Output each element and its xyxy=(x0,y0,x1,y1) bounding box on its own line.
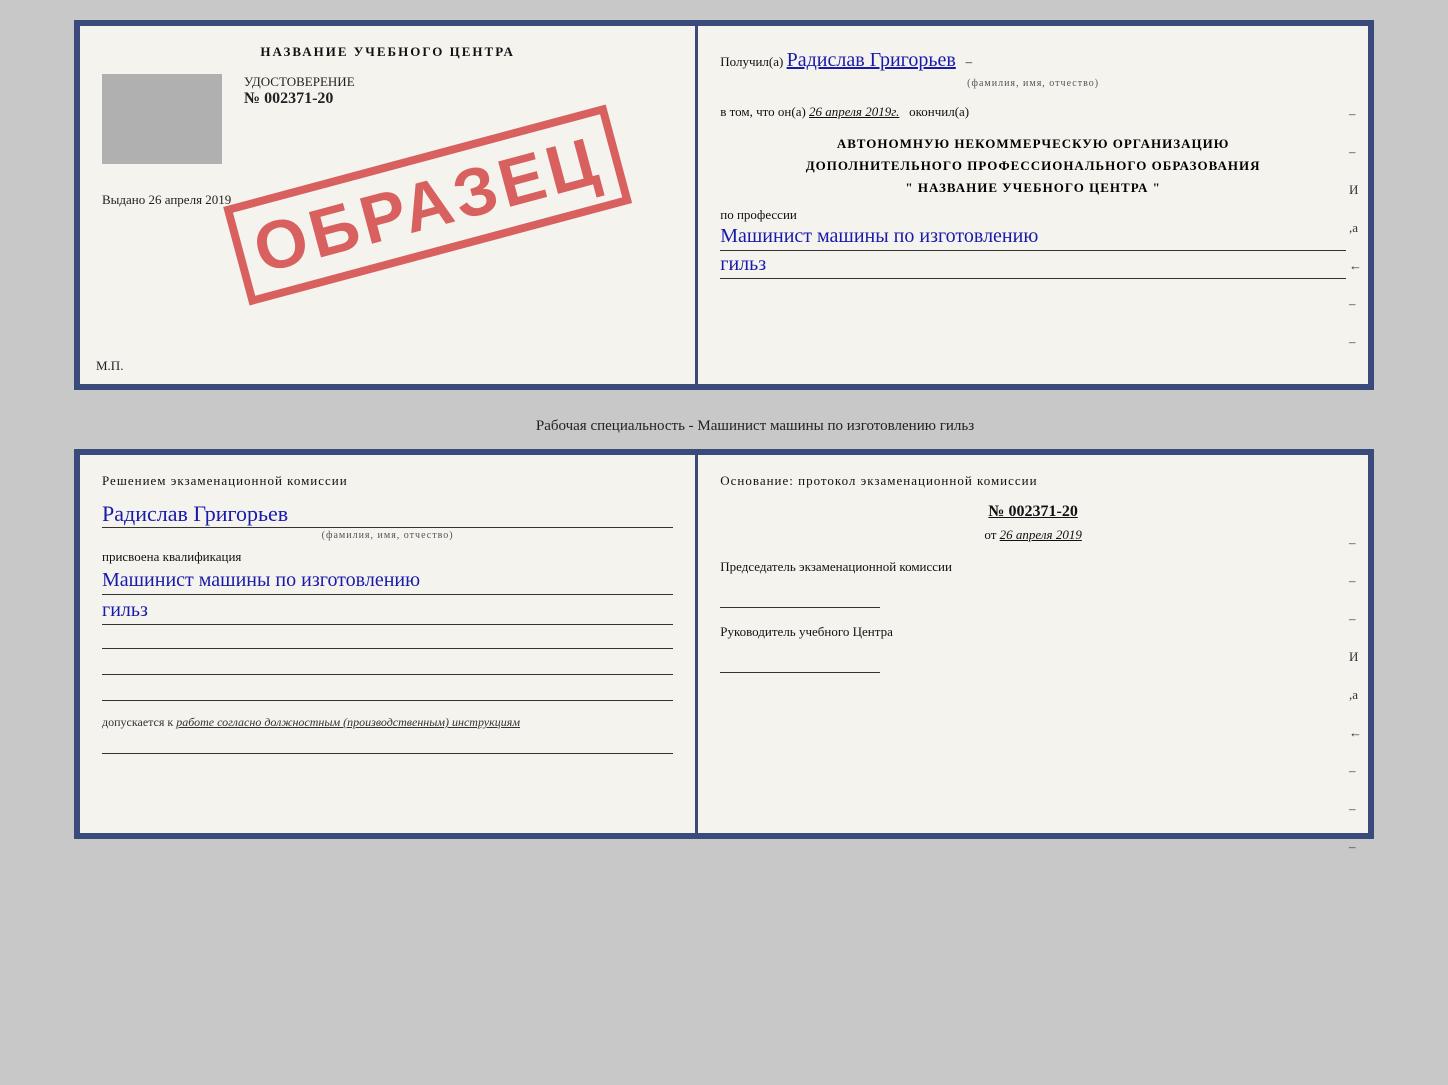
br-date-label: от xyxy=(984,527,996,542)
org-block: АВТОНОМНУЮ НЕКОММЕРЧЕСКУЮ ОРГАНИЗАЦИЮ ДО… xyxy=(720,133,1346,199)
bl-underline3 xyxy=(102,681,673,701)
okonchil-label: окончил(а) xyxy=(909,104,969,119)
bl-dopuskaetsya-text: работе согласно должностным (производств… xyxy=(176,715,520,729)
document-top: НАЗВАНИЕ УЧЕБНОГО ЦЕНТРА УДОСТОВЕРЕНИЕ №… xyxy=(74,20,1374,390)
vtomchto-line: в том, что он(а) 26 апреля 2019г. окончи… xyxy=(720,102,1346,123)
bl-name: Радислав Григорьев xyxy=(102,501,673,528)
vibrano-label: Выдано xyxy=(102,192,145,207)
bl-fio-subtitle: (фамилия, имя, отчество) xyxy=(102,530,673,541)
br-date-value: 26 апреля 2019 xyxy=(1000,527,1082,542)
br-chairman: Председатель экзаменационной комиссии xyxy=(720,557,1346,578)
bl-dopuskaetsya-label: допускается к xyxy=(102,715,173,729)
bl-prof-line1: Машинист машины по изготовлению xyxy=(102,569,673,595)
doc-bottom-right: Основание: протокол экзаменационной коми… xyxy=(698,455,1368,833)
doc-bottom-left: Решением экзаменационной комиссии Радисл… xyxy=(80,455,698,833)
poluchil-line: Получил(а) Радислав Григорьев – (фамилия… xyxy=(720,44,1346,92)
side-dashes-top: – – И ,а ← – – xyxy=(1349,106,1362,350)
org-quote: " НАЗВАНИЕ УЧЕБНОГО ЦЕНТРА " xyxy=(720,177,1346,199)
uds-number: № 002371-20 xyxy=(244,90,355,108)
org-line1: АВТОНОМНУЮ НЕКОММЕРЧЕСКУЮ ОРГАНИЗАЦИЮ xyxy=(720,133,1346,155)
br-number: № 002371-20 xyxy=(720,503,1346,521)
uds-label: УДОСТОВЕРЕНИЕ xyxy=(244,74,355,90)
profession-line2: гильз xyxy=(720,253,1346,279)
br-director-sig xyxy=(720,649,880,673)
doc-top-right: Получил(а) Радислав Григорьев – (фамилия… xyxy=(698,26,1368,384)
vibrano-row: Выдано 26 апреля 2019 xyxy=(102,192,673,208)
side-dashes-bottom: – – – И ,а ← – – – xyxy=(1349,535,1362,855)
br-date-line: от 26 апреля 2019 xyxy=(720,527,1346,543)
profession-line1: Машинист машины по изготовлению xyxy=(720,225,1346,251)
top-left-title: НАЗВАНИЕ УЧЕБНОГО ЦЕНТРА xyxy=(102,44,673,60)
br-director: Руководитель учебного Центра xyxy=(720,622,1346,643)
doc-top-left: НАЗВАНИЕ УЧЕБНОГО ЦЕНТРА УДОСТОВЕРЕНИЕ №… xyxy=(80,26,698,384)
photo-placeholder xyxy=(102,74,222,164)
bl-title: Решением экзаменационной комиссии xyxy=(102,473,673,489)
caption-between: Рабочая специальность - Машинист машины … xyxy=(536,418,974,435)
org-line2: ДОПОЛНИТЕЛЬНОГО ПРОФЕССИОНАЛЬНОГО ОБРАЗО… xyxy=(720,155,1346,177)
po-professii: по профессии Машинист машины по изготовл… xyxy=(720,207,1346,279)
fio-subtitle: (фамилия, имя, отчество) xyxy=(720,76,1346,92)
bl-assign: присвоена квалификация xyxy=(102,549,673,565)
mp-label: М.П. xyxy=(96,358,123,374)
po-professii-label: по профессии xyxy=(720,207,797,222)
vtomchto-label: в том, что он(а) xyxy=(720,104,806,119)
bl-underline1 xyxy=(102,629,673,649)
bl-dopuskaetsya: допускается к работе согласно должностны… xyxy=(102,715,673,730)
br-title: Основание: протокол экзаменационной коми… xyxy=(720,473,1346,489)
vibrano-date: 26 апреля 2019 xyxy=(149,192,232,207)
document-bottom: Решением экзаменационной комиссии Радисл… xyxy=(74,449,1374,839)
poluchil-name: Радислав Григорьев xyxy=(787,49,956,71)
br-chairman-sig xyxy=(720,584,880,608)
uds-row: УДОСТОВЕРЕНИЕ № 002371-20 xyxy=(102,74,673,164)
bl-prof-line2: гильз xyxy=(102,599,673,625)
poluchil-label: Получил(а) xyxy=(720,54,783,69)
vtomchto-date: 26 апреля 2019г. xyxy=(809,104,899,119)
bl-underline2 xyxy=(102,655,673,675)
bl-underline4 xyxy=(102,734,673,754)
